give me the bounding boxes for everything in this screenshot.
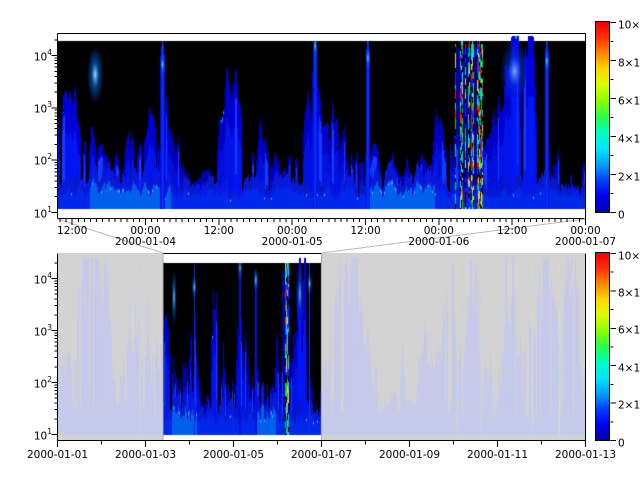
exponent-text: 3	[47, 100, 52, 109]
colorbar-tick-label: 4×107	[618, 130, 640, 146]
y-axis-tick-label: 101	[12, 427, 52, 443]
overview-panel-colorbar	[595, 252, 610, 441]
y-axis-tick-label: 103	[12, 100, 52, 116]
spectrogram-figure: 10410310210110×1078×1076×1074×1072×10701…	[0, 0, 640, 480]
x-axis-date-label: 2000-01-13	[555, 449, 616, 461]
x-axis-date-label: 2000-01-05	[203, 449, 264, 461]
exponent-text: 3	[47, 323, 52, 332]
label-text: 00:00	[130, 225, 160, 237]
label-text: 8×10	[618, 287, 640, 299]
x-axis-date-label: 2000-01-03	[115, 449, 176, 461]
y-axis-tick-label: 101	[12, 205, 52, 221]
label-text: 2000-01-06	[408, 236, 469, 248]
x-axis-date-label: 2000-01-07	[555, 236, 616, 248]
label-text: 4×10	[618, 133, 640, 145]
label-text: 0	[618, 437, 625, 449]
label-text: 10	[34, 208, 47, 220]
x-axis-date-label: 2000-01-05	[262, 236, 323, 248]
y-axis-tick-label: 102	[12, 375, 52, 391]
label-text: 2000-01-05	[203, 449, 264, 461]
colorbar-tick-label: 0	[618, 206, 625, 222]
overview-spectrogram-plot-area[interactable]	[57, 253, 585, 440]
label-text: 12:00	[497, 225, 527, 237]
label-text: 10	[34, 156, 47, 168]
colorbar-tick-label: 2×107	[618, 168, 640, 184]
colorbar-tick-label: 10×107	[618, 16, 640, 32]
label-text: 4×10	[618, 362, 640, 374]
colorbar-tick-label: 8×107	[618, 54, 640, 70]
label-text: 2000-01-07	[555, 236, 616, 248]
tick-or-frame-line	[322, 219, 586, 253]
label-text: 2×10	[618, 400, 640, 412]
label-text: 2000-01-04	[115, 236, 176, 248]
colorbar-tick-label: 6×107	[618, 92, 640, 108]
y-axis-tick-label: 104	[12, 271, 52, 287]
x-axis-date-label: 2000-01-11	[467, 449, 528, 461]
label-text: 00:00	[277, 225, 307, 237]
label-text: 10	[34, 378, 47, 390]
label-text: 00:00	[570, 225, 600, 237]
label-text: 12:00	[350, 225, 380, 237]
colorbar-tick-label: 8×107	[618, 284, 640, 300]
zoom-spectrogram-plot-area[interactable]	[57, 33, 585, 218]
y-axis-tick-label: 104	[12, 48, 52, 64]
exponent-text: 4	[47, 271, 52, 280]
colorbar-tick-label: 4×107	[618, 359, 640, 375]
x-axis-date-label: 2000-01-06	[408, 236, 469, 248]
label-text: 0	[618, 209, 625, 221]
label-text: 2000-01-01	[27, 449, 88, 461]
x-axis-date-label: 2000-01-01	[27, 449, 88, 461]
label-text: 10	[34, 430, 47, 442]
label-text: 10	[34, 274, 47, 286]
label-text: 6×10	[618, 325, 640, 337]
x-axis-time-label: 00:00	[277, 225, 307, 237]
tick-or-frame-line	[58, 219, 164, 253]
x-axis-time-label: 12:00	[497, 225, 527, 237]
label-text: 2×10	[618, 171, 640, 183]
colorbar-tick-label: 10×107	[618, 247, 640, 263]
exponent-text: 1	[47, 205, 52, 214]
label-text: 2000-01-13	[555, 449, 616, 461]
exponent-text: 1	[47, 427, 52, 436]
label-text: 10	[34, 103, 47, 115]
label-text: 2000-01-07	[291, 449, 352, 461]
label-text: 10	[34, 326, 47, 338]
x-axis-time-label: 12:00	[204, 225, 234, 237]
x-axis-time-label: 00:00	[424, 225, 454, 237]
label-text: 00:00	[424, 225, 454, 237]
colorbar-tick-label: 0	[618, 434, 625, 450]
label-text: 10	[34, 51, 47, 63]
zoom-panel-colorbar	[595, 21, 610, 213]
x-axis-time-label: 12:00	[57, 225, 87, 237]
label-text: 10×10	[618, 19, 640, 31]
x-axis-time-label: 12:00	[350, 225, 380, 237]
x-axis-date-label: 2000-01-04	[115, 236, 176, 248]
exponent-text: 2	[47, 152, 52, 161]
label-text: 6×10	[618, 95, 640, 107]
y-axis-tick-label: 103	[12, 323, 52, 339]
label-text: 2000-01-03	[115, 449, 176, 461]
y-axis-tick-label: 102	[12, 152, 52, 168]
label-text: 2000-01-11	[467, 449, 528, 461]
colorbar-tick-label: 2×107	[618, 396, 640, 412]
label-text: 2000-01-05	[262, 236, 323, 248]
exponent-text: 2	[47, 375, 52, 384]
label-text: 12:00	[204, 225, 234, 237]
colorbar-tick-label: 6×107	[618, 321, 640, 337]
x-axis-time-label: 00:00	[130, 225, 160, 237]
x-axis-date-label: 2000-01-07	[291, 449, 352, 461]
x-axis-time-label: 00:00	[570, 225, 600, 237]
x-axis-date-label: 2000-01-09	[379, 449, 440, 461]
label-text: 12:00	[57, 225, 87, 237]
label-text: 8×10	[618, 57, 640, 69]
label-text: 2000-01-09	[379, 449, 440, 461]
exponent-text: 4	[47, 48, 52, 57]
label-text: 10×10	[618, 250, 640, 262]
